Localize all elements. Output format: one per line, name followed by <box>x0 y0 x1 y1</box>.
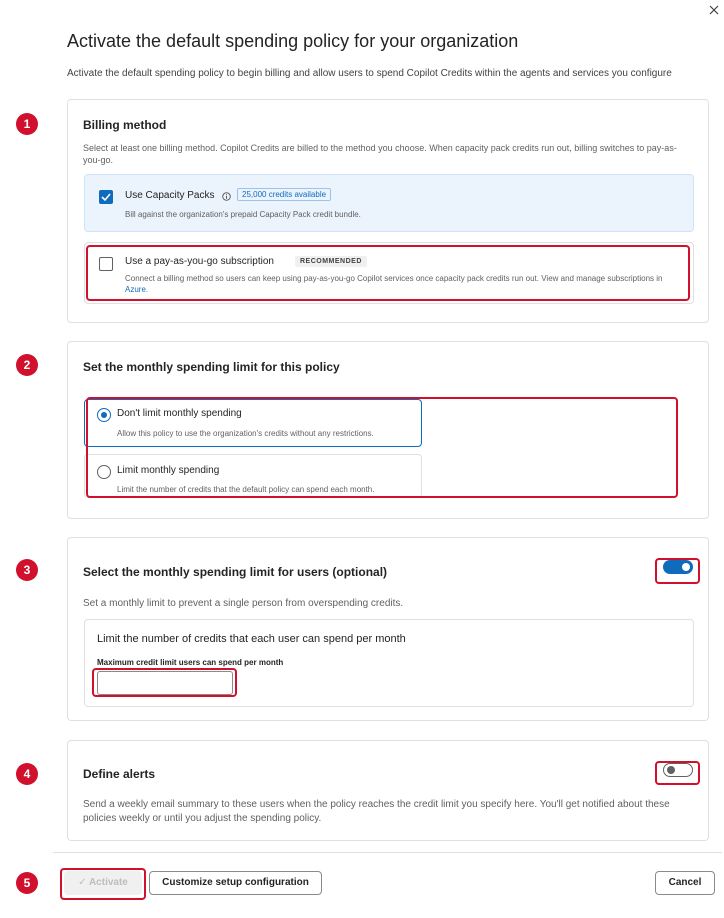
monthly-limit-title: Set the monthly spending limit for this … <box>83 360 340 374</box>
capacity-packs-label: Use Capacity Packs <box>125 190 215 201</box>
billing-method-description: Select at least one billing method. Copi… <box>83 143 677 165</box>
checkmark-icon <box>101 193 111 202</box>
capacity-packs-option[interactable]: Use Capacity Packs 25,000 credits availa… <box>84 174 694 232</box>
alerts-section: Define alerts Send a weekly email summar… <box>67 740 709 841</box>
capacity-packs-description: Bill against the organization's prepaid … <box>125 210 361 219</box>
cancel-button[interactable]: Cancel <box>655 871 715 895</box>
step-marker-3: 3 <box>16 559 38 581</box>
annotation-box-user-toggle <box>655 558 700 584</box>
annotation-box-alerts-toggle <box>655 761 700 785</box>
user-limit-card-title: Limit the number of credits that each us… <box>97 633 406 645</box>
step-marker-4: 4 <box>16 763 38 785</box>
step-marker-2: 2 <box>16 354 38 376</box>
customize-setup-button[interactable]: Customize setup configuration <box>149 871 322 895</box>
step-marker-5: 5 <box>16 872 38 894</box>
alerts-description: Send a weekly email summary to these use… <box>83 799 670 824</box>
dialog-title: Activate the default spending policy for… <box>67 31 519 51</box>
user-limit-title: Select the monthly spending limit for us… <box>83 565 388 579</box>
capacity-packs-checkbox[interactable] <box>99 190 113 204</box>
info-icon[interactable] <box>222 192 231 201</box>
credits-available-badge: 25,000 credits available <box>237 188 332 201</box>
alerts-title: Define alerts <box>83 767 156 781</box>
annotation-box-payg <box>86 245 690 301</box>
max-credit-label: Maximum credit limit users can spend per… <box>97 658 284 667</box>
step-marker-1: 1 <box>16 113 38 135</box>
annotation-box-activate <box>60 868 146 900</box>
footer-divider <box>53 852 722 853</box>
annotation-box-credit-input <box>92 668 237 697</box>
annotation-box-monthly-limit <box>86 397 678 498</box>
billing-method-title: Billing method <box>83 118 167 132</box>
user-limit-description: Set a monthly limit to prevent a single … <box>83 598 404 609</box>
close-icon[interactable] <box>706 2 722 18</box>
dialog-subtitle: Activate the default spending policy to … <box>67 68 672 79</box>
